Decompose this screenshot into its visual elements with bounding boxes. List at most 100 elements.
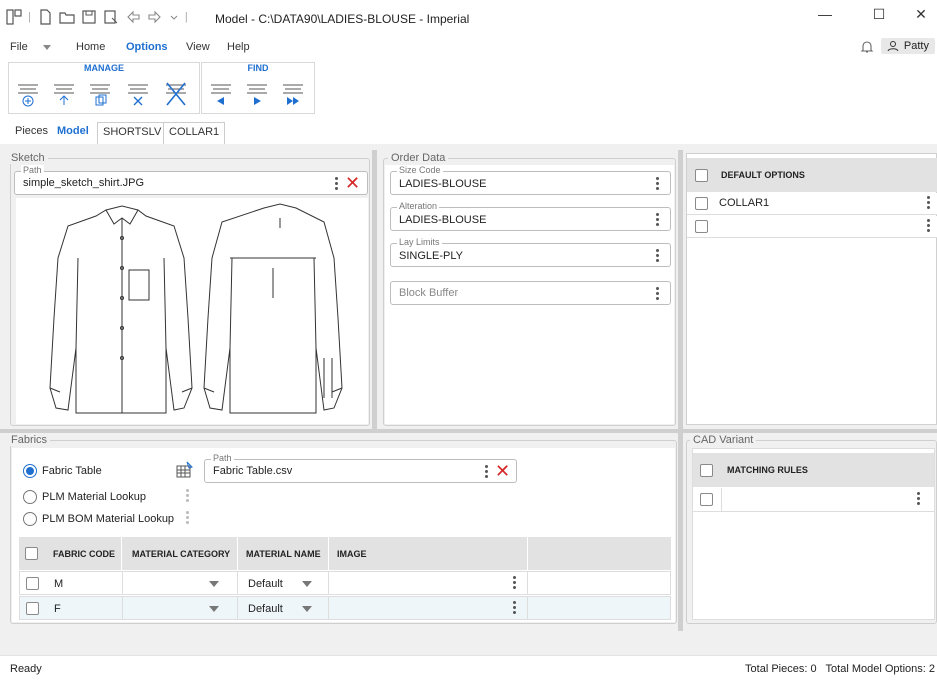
row-checkbox[interactable]	[700, 493, 713, 506]
column-divider	[721, 488, 722, 512]
material-category-dropdown[interactable]	[122, 597, 238, 619]
material-name-dropdown[interactable]: Default	[238, 597, 329, 619]
row-checkbox[interactable]	[695, 197, 708, 210]
default-options-header: DEFAULT OPTIONS	[721, 170, 805, 180]
kebab-menu-icon[interactable]	[186, 489, 190, 504]
vertical-splitter[interactable]	[678, 150, 683, 430]
kebab-menu-icon[interactable]	[656, 177, 660, 192]
save-as-icon[interactable]	[103, 9, 119, 25]
block-buffer-field[interactable]: Block Buffer	[390, 281, 671, 305]
menu-help[interactable]: Help	[227, 41, 250, 53]
close-button[interactable]: ✕	[904, 2, 937, 26]
open-folder-icon[interactable]	[59, 9, 75, 25]
user-icon	[887, 41, 899, 52]
kebab-menu-icon[interactable]	[485, 465, 489, 480]
kebab-menu-icon[interactable]	[186, 511, 190, 526]
row-checkbox[interactable]	[26, 577, 39, 590]
table-row[interactable]: F Default	[19, 596, 671, 620]
find-last-icon[interactable]	[280, 79, 306, 109]
table-row[interactable]: M Default	[19, 571, 671, 595]
sketch-path-value: simple_sketch_shirt.JPG	[23, 177, 145, 189]
size-code-field[interactable]: Size Code LADIES-BLOUSE	[390, 165, 671, 195]
table-row[interactable]: COLLAR1	[687, 193, 937, 215]
kebab-menu-icon[interactable]	[927, 196, 931, 211]
add-option-icon[interactable]	[15, 79, 41, 109]
copy-option-icon[interactable]	[87, 79, 113, 109]
alteration-value: LADIES-BLOUSE	[399, 214, 487, 226]
fabric-path-value: Fabric Table.csv	[213, 465, 293, 477]
manage-group-title: MANAGE	[84, 63, 124, 73]
horizontal-splitter[interactable]	[0, 429, 937, 433]
fabric-path-field[interactable]: Path Fabric Table.csv ✕	[204, 453, 517, 483]
find-next-icon[interactable]	[244, 79, 270, 109]
delete-all-options-icon[interactable]	[163, 79, 189, 109]
shirt-sketch-drawing	[49, 203, 343, 414]
edit-table-icon[interactable]	[176, 461, 194, 479]
kebab-menu-icon[interactable]	[335, 177, 339, 192]
new-file-icon[interactable]	[37, 9, 53, 25]
menu-view[interactable]: View	[186, 41, 210, 53]
table-row[interactable]	[693, 488, 934, 512]
toolbar-separator: |	[184, 11, 188, 23]
dropdown-arrow-icon	[302, 581, 312, 587]
tab-model[interactable]: Model	[52, 122, 94, 144]
vertical-splitter[interactable]	[372, 150, 377, 430]
chevron-down-icon[interactable]	[169, 9, 179, 25]
kebab-menu-icon[interactable]	[513, 601, 517, 616]
kebab-menu-icon[interactable]	[927, 219, 931, 234]
undo-icon[interactable]	[125, 9, 141, 25]
clear-path-icon[interactable]: ✕	[495, 462, 510, 480]
tab-collar1[interactable]: COLLAR1	[163, 122, 226, 144]
tab-shortslv[interactable]: SHORTSLV	[97, 122, 168, 144]
app-icon	[6, 9, 22, 25]
remove-option-icon[interactable]	[125, 79, 151, 109]
block-buffer-placeholder: Block Buffer	[399, 287, 459, 299]
vertical-splitter[interactable]	[678, 433, 683, 631]
image-cell[interactable]	[329, 597, 528, 619]
dropdown-arrow-icon	[209, 581, 219, 587]
column-divider	[527, 537, 528, 570]
fabric-table-radio[interactable]	[23, 464, 37, 478]
move-up-icon[interactable]	[51, 79, 77, 109]
status-totals: Total Pieces: 0 Total Model Options: 2	[745, 663, 935, 675]
alteration-field[interactable]: Alteration LADIES-BLOUSE	[390, 201, 671, 231]
user-account-button[interactable]: Patty	[880, 38, 935, 54]
clear-path-icon[interactable]: ✕	[345, 174, 360, 192]
plm-material-lookup-radio[interactable]	[23, 490, 37, 504]
menu-home[interactable]: Home	[76, 41, 105, 53]
redo-icon[interactable]	[147, 9, 163, 25]
kebab-menu-icon[interactable]	[917, 492, 921, 507]
lay-limits-field[interactable]: Lay Limits SINGLE-PLY	[390, 237, 671, 267]
row-checkbox[interactable]	[695, 220, 708, 233]
chevron-down-icon[interactable]	[42, 44, 52, 52]
sketch-group-label: Sketch	[8, 152, 48, 164]
column-divider	[121, 537, 122, 570]
find-previous-icon[interactable]	[208, 79, 234, 109]
material-name-dropdown[interactable]: Default	[238, 572, 329, 594]
material-category-dropdown[interactable]	[122, 572, 238, 594]
sketch-path-field[interactable]: Path simple_sketch_shirt.JPG ✕	[14, 165, 368, 195]
table-row[interactable]	[687, 216, 937, 238]
menu-file[interactable]: File	[10, 41, 28, 53]
kebab-menu-icon[interactable]	[656, 249, 660, 264]
find-group-title: FIND	[247, 63, 269, 73]
bell-icon[interactable]	[860, 39, 874, 55]
ribbon: MANAGE FIND	[0, 60, 937, 118]
kebab-menu-icon[interactable]	[656, 287, 660, 302]
row-checkbox[interactable]	[26, 602, 39, 615]
select-all-checkbox[interactable]	[25, 547, 38, 560]
select-all-checkbox[interactable]	[695, 169, 708, 182]
column-fabric-code: FABRIC CODE	[53, 549, 116, 559]
select-all-checkbox[interactable]	[700, 464, 713, 477]
maximize-button[interactable]: ☐	[862, 2, 896, 26]
tab-pieces[interactable]: Pieces	[10, 122, 53, 144]
kebab-menu-icon[interactable]	[513, 576, 517, 591]
column-material-category: MATERIAL CATEGORY	[132, 549, 231, 559]
kebab-menu-icon[interactable]	[656, 213, 660, 228]
image-cell[interactable]	[329, 572, 528, 594]
quick-access-toolbar: | |	[6, 9, 188, 25]
menu-options[interactable]: Options	[126, 41, 168, 53]
save-icon[interactable]	[81, 9, 97, 25]
plm-bom-material-lookup-radio[interactable]	[23, 512, 37, 526]
minimize-button[interactable]: —	[808, 2, 842, 26]
